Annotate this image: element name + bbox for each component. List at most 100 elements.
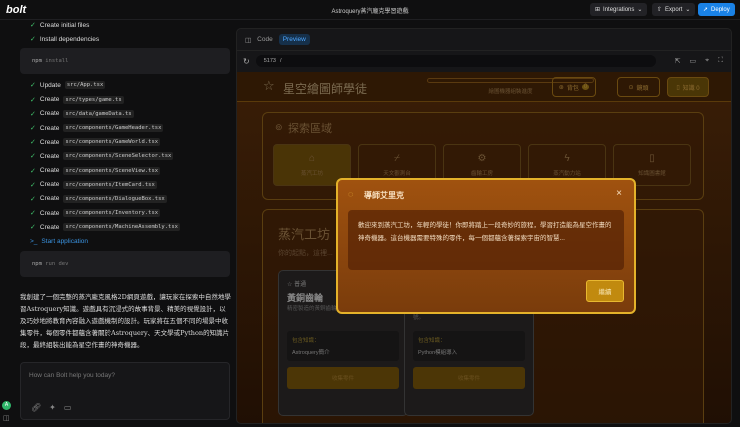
step: ✓ Create src/data/gameData.ts: [30, 109, 134, 118]
file-path[interactable]: src/components/DialogueBox.tsx: [63, 194, 167, 203]
integrations-button[interactable]: ⊞ Integrations ⌄: [590, 3, 648, 16]
url-input[interactable]: 5173/: [255, 55, 656, 67]
step: ✓ Create src/components/MachineAssembly.ts…: [30, 223, 180, 232]
bag-button[interactable]: ⊛ 背包 0: [552, 77, 596, 97]
collect-button[interactable]: 收集零件: [413, 367, 525, 389]
check-icon: ✓: [30, 139, 36, 147]
chat-icon[interactable]: ▭: [64, 403, 72, 412]
chat-input[interactable]: How can Bolt help you today? 🔗︎ ✦ ▭: [20, 362, 230, 420]
close-icon[interactable]: ×: [616, 188, 622, 199]
step: ✓ Create src/types/game.ts: [30, 95, 124, 104]
check-icon: ✓: [30, 210, 36, 218]
knowledge-box: 包含知識： Python模組導入: [413, 331, 525, 361]
continue-button[interactable]: 繼續: [586, 280, 624, 302]
check-icon: ✓: [30, 181, 36, 189]
step: ✓ Create src/components/GameHeader.tsx: [30, 124, 164, 133]
scene-title: 蒸汽工坊: [278, 228, 331, 243]
lens-icon: ⊙: [628, 84, 634, 91]
mentor-dialog: ◌ 導師艾里克 × 歡迎來到蒸汽工坊，年輕的學徒！你即將踏上一段奇妙的旅程，學習…: [336, 178, 636, 314]
deploy-button[interactable]: ➚ Deploy: [698, 3, 735, 16]
integrations-icon: ⊞: [595, 7, 601, 13]
tab-preview[interactable]: Preview: [278, 34, 310, 45]
file-path[interactable]: src/components/ItemCard.tsx: [63, 180, 157, 189]
command-block: npm install: [20, 48, 230, 75]
file-path[interactable]: src/types/game.ts: [63, 95, 124, 104]
game-title: 星空繪圖師學徒: [283, 82, 368, 96]
knowledge-box: 包含知識： Astroquery簡介: [287, 331, 399, 361]
collect-button[interactable]: 收集零件: [287, 367, 399, 389]
bag-icon: ⊛: [558, 84, 564, 91]
telescope-icon: ⌿: [394, 153, 400, 164]
file-path[interactable]: src/components/GameWorld.tsx: [63, 138, 161, 147]
external-link-icon[interactable]: ⇱: [675, 57, 681, 65]
check-icon: ✓: [30, 22, 36, 30]
dialog-title: 導師艾里克: [364, 191, 404, 200]
file-path[interactable]: src/App.tsx: [64, 81, 106, 90]
start-application[interactable]: >_ Start application: [20, 234, 230, 248]
chat-placeholder: How can Bolt help you today?: [29, 372, 115, 379]
terminal-icon: >_: [30, 238, 38, 246]
avatar[interactable]: A: [2, 401, 11, 410]
book-icon: ▯: [676, 84, 680, 91]
chevron-down-icon: ⌄: [637, 7, 643, 13]
check-icon: ✓: [30, 96, 36, 104]
check-icon: ✓: [30, 153, 36, 161]
top-bar: bolt Astroquery蒸汽龐克學習遊戲 ⊞ Integrations ⌄ ⇧…: [0, 0, 740, 20]
file-path[interactable]: src/components/MachineAssembly.tsx: [63, 223, 180, 232]
step: ✓ Update src/App.tsx: [30, 81, 106, 90]
check-icon: ✓: [30, 36, 36, 44]
export-icon: ⇧: [657, 7, 663, 13]
link-icon[interactable]: 🔗︎: [31, 403, 41, 412]
tab-code[interactable]: Code: [257, 36, 273, 43]
step: ✓ Create src/components/SceneSelector.tsx: [30, 152, 174, 161]
check-icon: ✓: [30, 224, 36, 232]
file-path[interactable]: src/components/SceneView.tsx: [63, 166, 161, 175]
url-bar: ↻ 5173/ ⇱ ▭ ⌖ ⛶: [237, 51, 731, 71]
check-icon: ✓: [30, 167, 36, 175]
chat-bubble-icon: ◌: [348, 189, 354, 199]
file-path[interactable]: src/data/gameData.ts: [63, 109, 134, 118]
step: ✓ Create src/components/DialogueBox.tsx: [30, 194, 167, 203]
check-icon: ✓: [30, 82, 36, 90]
step: ✓ Install dependencies: [30, 35, 100, 44]
file-path[interactable]: src/components/Inventory.tsx: [63, 209, 161, 218]
game-header: ☆ 星空繪圖師學徒 繪圖機器組裝進度 ⊛ 背包 0 ⊙ 鏡頭 ▯ 知識 0: [237, 72, 731, 102]
lens-button[interactable]: ⊙ 鏡頭: [617, 77, 660, 97]
file-path[interactable]: src/components/SceneSelector.tsx: [63, 152, 174, 161]
star-icon: ☆: [287, 282, 293, 288]
devices-icon[interactable]: ▭: [690, 57, 697, 65]
sidebar-toggle-icon[interactable]: ◫: [3, 414, 10, 422]
reload-icon[interactable]: ↻: [243, 57, 250, 66]
check-icon: ✓: [30, 110, 36, 118]
check-icon: ✓: [30, 125, 36, 133]
sidebar-icon[interactable]: ◫: [245, 36, 251, 44]
command-block: npm run dev: [20, 250, 230, 277]
preview-tabs: ◫ Code Preview: [237, 29, 731, 51]
home-icon: ⌂: [308, 153, 316, 164]
sparkle-icon[interactable]: ✦: [49, 403, 56, 412]
scene-desc: 你的起點，這裡...: [278, 250, 333, 257]
chevron-down-icon: ⌄: [685, 7, 691, 13]
fullscreen-icon[interactable]: ⛶: [718, 57, 723, 65]
step: ✓ Create src/components/ItemCard.tsx: [30, 180, 157, 189]
export-button[interactable]: ⇧ Export ⌄: [652, 3, 696, 16]
lightning-icon: ϟ: [564, 153, 570, 164]
step: ✓ Create src/components/Inventory.tsx: [30, 209, 161, 218]
port-badge[interactable]: 5173: [264, 58, 276, 64]
map-pin-icon: ⊚: [275, 122, 283, 132]
book-open-icon: ▯: [649, 153, 655, 164]
rocket-icon: ➚: [703, 7, 709, 13]
star-icon: ☆: [263, 78, 275, 93]
inspect-icon[interactable]: ⌖: [705, 57, 709, 65]
file-path[interactable]: src/components/GameHeader.tsx: [63, 124, 164, 133]
dialog-text: 歡迎來到蒸汽工坊，年輕的學徒！你即將踏上一段奇妙的旅程，學習打造能為星空作畫的神…: [348, 210, 624, 270]
assistant-message: 我創建了一個完整的蒸汽龐克風格2D網頁遊戲，讓玩家在探索中自然地學習Astroq…: [20, 293, 231, 349]
check-icon: ✓: [30, 195, 36, 203]
explore-title: 探索區域: [288, 122, 332, 135]
chat-steps: ✓ Create initial files ✓ Install dependenc…: [20, 18, 230, 281]
step: ✓ Create initial files: [30, 21, 90, 30]
gear-icon: ⚙: [477, 153, 487, 164]
knowledge-button[interactable]: ▯ 知識 0: [667, 77, 709, 97]
step: ✓ Create src/components/SceneView.tsx: [30, 166, 161, 175]
step: ✓ Create src/components/GameWorld.tsx: [30, 138, 161, 147]
